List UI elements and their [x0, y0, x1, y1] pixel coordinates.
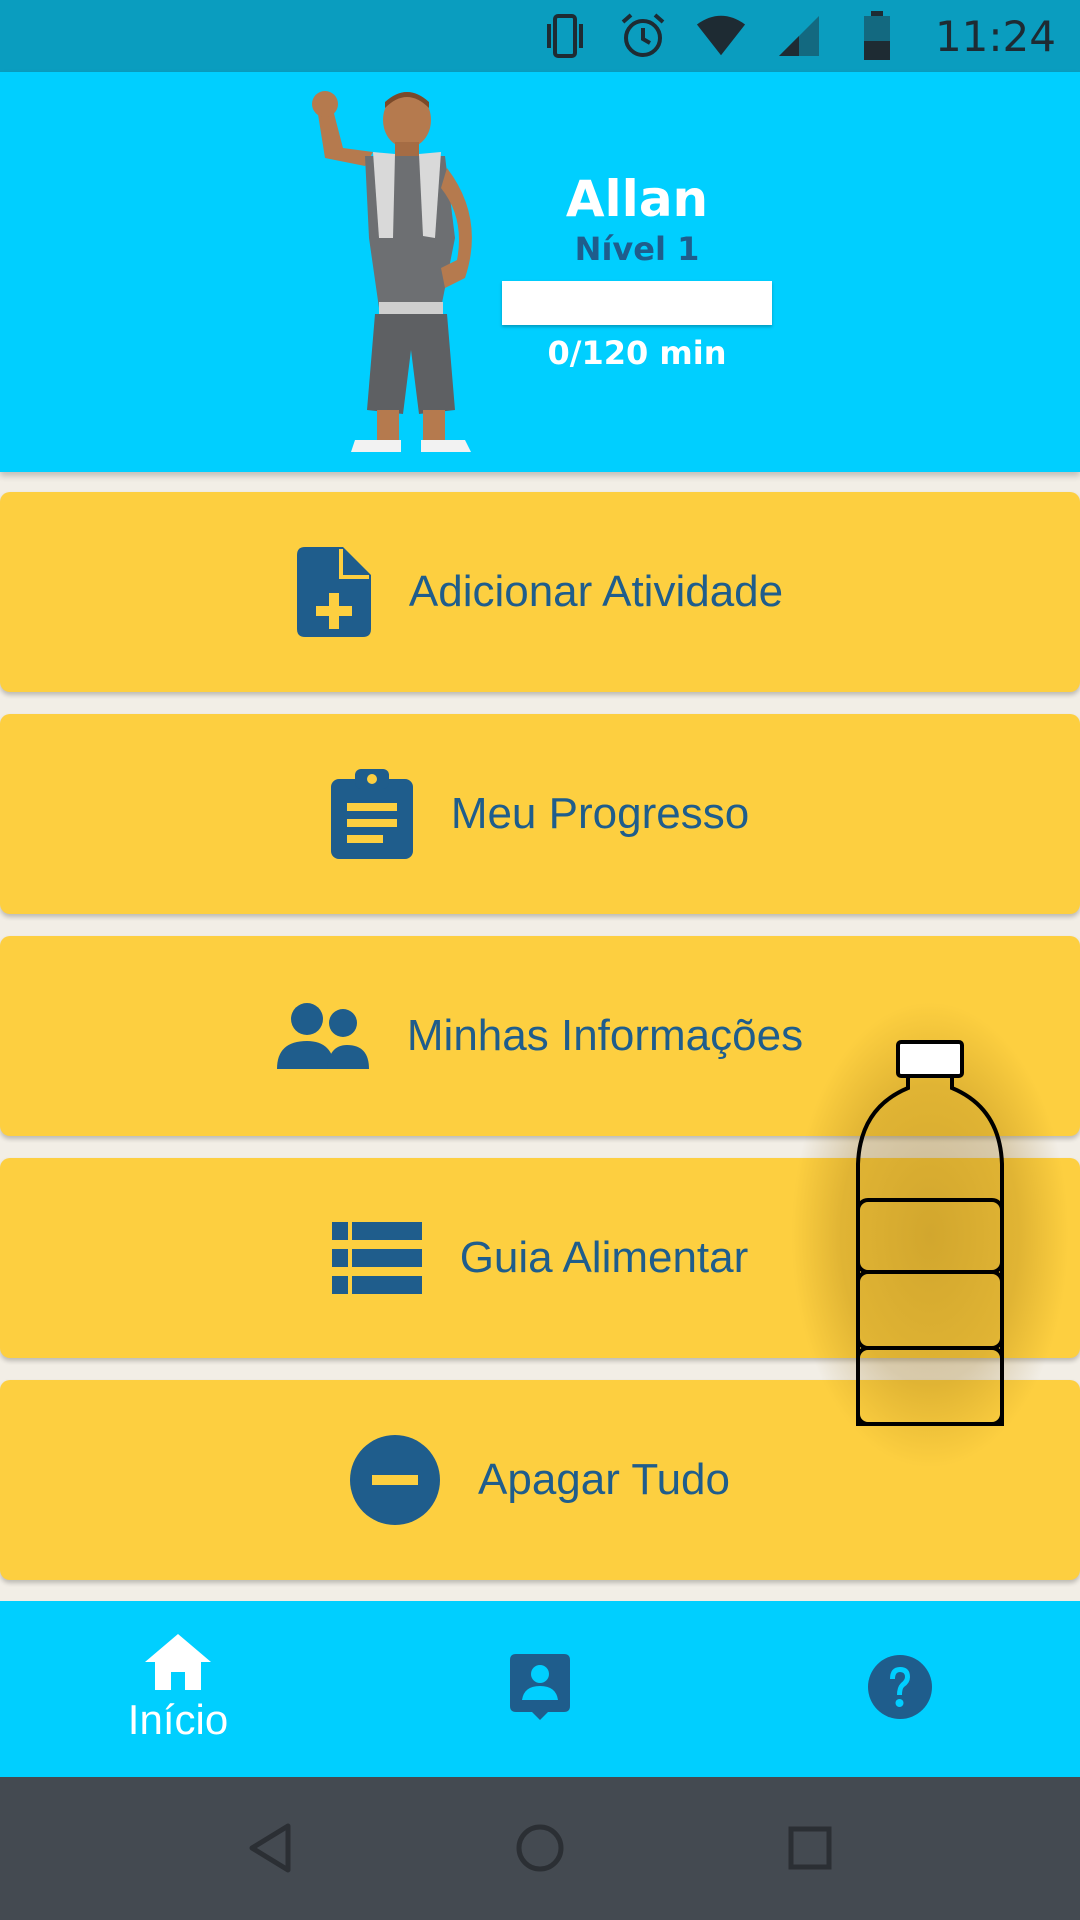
- tab-help[interactable]: [800, 1601, 1000, 1777]
- back-icon: [249, 1823, 291, 1873]
- recents-button[interactable]: [775, 1813, 845, 1883]
- delete-all-label: Apagar Tudo: [478, 1455, 730, 1504]
- status-bar: 11:24: [0, 0, 1080, 72]
- signal-icon: [773, 10, 825, 62]
- add-document-icon: [296, 547, 371, 637]
- wifi-icon: [695, 10, 747, 62]
- avatar: [295, 88, 505, 460]
- tab-home-label: Início: [127, 1696, 229, 1743]
- battery-icon: [851, 10, 903, 62]
- profile-name: Allan: [565, 170, 709, 228]
- home-icon: [145, 1634, 211, 1694]
- back-button[interactable]: [235, 1813, 305, 1883]
- contact-card-icon: [510, 1654, 570, 1724]
- bottom-navigation: Início: [0, 1601, 1080, 1777]
- help-icon: [868, 1655, 932, 1723]
- recents-square-icon: [788, 1826, 832, 1870]
- system-navigation-bar: [0, 1777, 1080, 1920]
- tab-home[interactable]: Início: [78, 1601, 278, 1777]
- my-progress-label: Meu Progresso: [450, 789, 750, 838]
- my-progress-button[interactable]: Meu Progresso: [0, 714, 1080, 914]
- profile-header: Allan Nível 1 0/120 min: [0, 72, 1080, 472]
- tab-profile[interactable]: [440, 1601, 640, 1777]
- water-bottle-icon: [856, 1040, 1004, 1426]
- status-time: 11:24: [934, 11, 1056, 61]
- list-icon: [331, 1222, 422, 1294]
- home-circle-icon: [516, 1824, 564, 1872]
- progress-text: 0/120 min: [547, 334, 727, 372]
- minus-circle-icon: [350, 1435, 441, 1525]
- my-information-label: Minhas Informações: [406, 1011, 804, 1060]
- progress-bar: [502, 281, 772, 325]
- profile-level: Nível 1: [574, 230, 700, 268]
- vibrate-icon: [539, 10, 591, 62]
- home-system-button[interactable]: [505, 1813, 575, 1883]
- people-icon: [276, 1003, 369, 1069]
- alarm-icon: [617, 10, 669, 62]
- clipboard-icon: [330, 769, 413, 859]
- food-guide-label: Guia Alimentar: [459, 1233, 749, 1282]
- add-activity-button[interactable]: Adicionar Atividade: [0, 492, 1080, 692]
- add-activity-label: Adicionar Atividade: [408, 567, 784, 616]
- water-bottle-button[interactable]: [852, 1040, 1008, 1430]
